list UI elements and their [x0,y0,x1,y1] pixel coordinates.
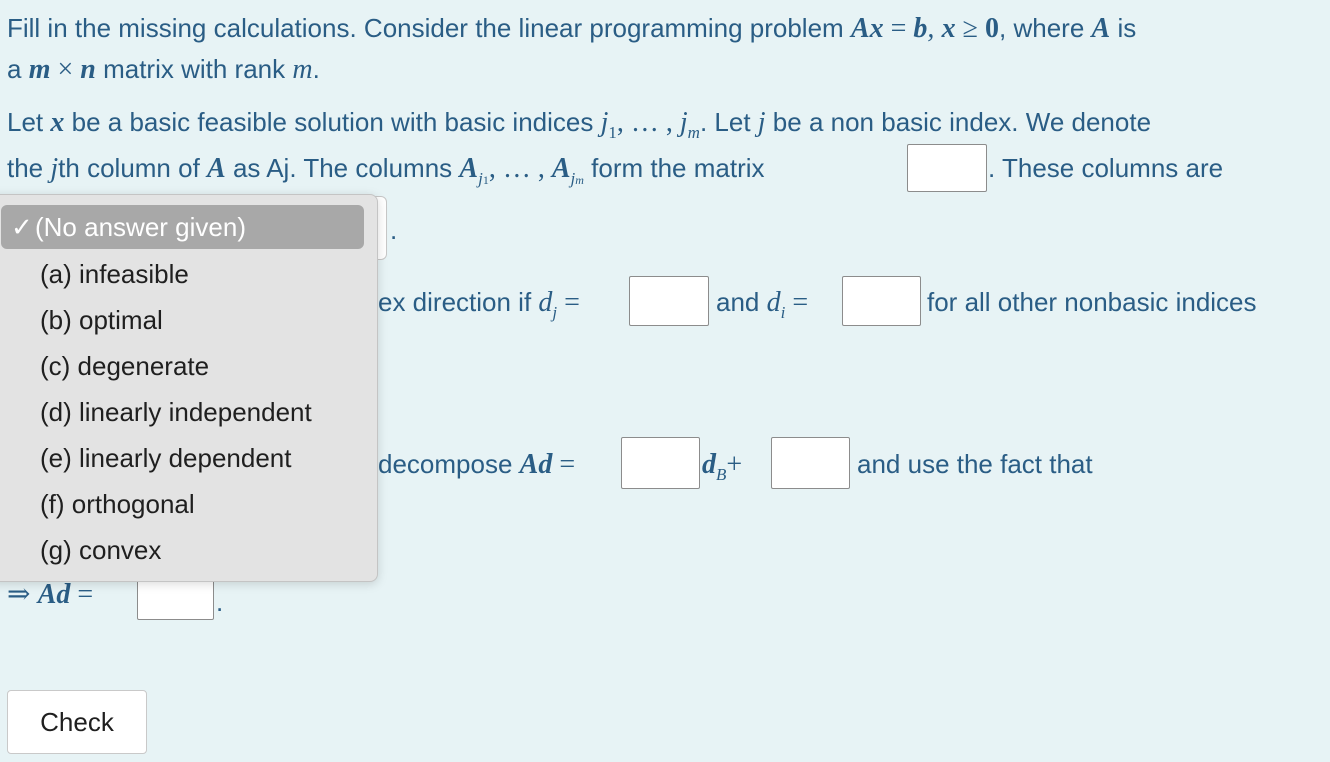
question-line-2: a m × n matrix with rank m. [7,54,320,85]
dB-term: dB+ [702,448,742,491]
dropdown-option-convex[interactable]: (g) convex [1,528,364,572]
dropdown-option-degenerate[interactable]: (c) degenerate [1,344,364,388]
di-value-input[interactable] [842,276,921,326]
checkmark-icon: ✓ [11,212,33,242]
math-di: di = [766,287,809,322]
math-constraint: Ax = b [850,13,928,44]
where-text: , where [999,13,1085,43]
dropdown-option-orthogonal[interactable]: (f) orthogonal [1,482,364,526]
nonbasic-suffix-text: for all other nonbasic indices [927,287,1257,317]
dropdown-period: . [390,215,398,245]
dropdown-option-linearly-independent[interactable]: (d) linearly independent [1,390,364,434]
math-basis-columns: Aj1, … , Ajm [459,153,584,188]
direction-row: ex direction if dj = [378,286,580,329]
math-j-col: j [50,153,59,184]
dropdown-option-no-answer[interactable]: ✓(No answer given) [1,205,364,249]
use-fact-text: and use the fact that [857,449,1093,479]
math-A-2: A [207,153,226,184]
math-basic-indices: j1, … , jm [600,107,700,142]
let-j-text: . Let [699,107,751,137]
dropdown-option-linearly-dependent[interactable]: (e) linearly dependent [1,436,364,480]
math-dj: dj = [538,287,580,322]
math-nonneg: x ≥ 0 [941,13,1000,44]
a-text: a [7,54,22,84]
math-j: j [757,107,766,138]
math-dims: m × n [28,54,96,85]
math-Ad: Ad = [519,449,576,480]
math-x: x [50,107,65,138]
the-text: the [7,153,44,183]
dj-value-input[interactable] [629,276,709,326]
question-line-4: the jth column of A as Aj. The columns A… [7,152,765,196]
these-columns-text: . These columns are [988,153,1224,183]
math-Ad-2: Ad = [37,579,94,610]
question-line-3: Let x be a basic feasible solution with … [7,106,1151,149]
decompose-text: decompose [378,449,513,479]
math-m: m [292,54,313,85]
math-dB: dB+ [702,449,743,484]
decompose-b-input[interactable] [621,437,700,489]
decompose-n-input[interactable] [771,437,850,489]
matrix-rank-text: matrix with rank [103,54,286,84]
implies-arrow-icon: ⇒ [7,579,31,610]
let-text: Let [7,107,44,137]
dropdown-option-infeasible[interactable]: (a) infeasible [1,252,364,296]
form-matrix-text: form the matrix [591,153,765,183]
question-line-1: Fill in the missing calculations. Consid… [7,13,1137,44]
basis-matrix-input[interactable] [907,144,987,192]
nonbasic-text: be a non basic index. We denote [772,107,1152,137]
decompose-row: decompose Ad = [378,448,575,481]
and-text: and [716,287,760,317]
as-aj-text: as Aj. The columns [232,153,453,183]
bfs-text: be a basic feasible solution with basic … [71,107,594,137]
check-button[interactable]: Check [7,690,147,754]
dropdown-option-optimal[interactable]: (b) optimal [1,298,364,342]
implies-period: . [216,587,224,617]
is-text: is [1117,13,1137,43]
math-A: A [1091,13,1111,44]
dropdown-menu: ✓(No answer given) (a) infeasible (b) op… [0,194,378,582]
implies-row: ⇒ Ad = [7,578,93,611]
jth-text: th column of [58,153,200,183]
intro-text: Fill in the missing calculations. Consid… [7,13,844,43]
direction-text: ex direction if [378,287,532,317]
direction-row-2: and di = [716,286,808,329]
